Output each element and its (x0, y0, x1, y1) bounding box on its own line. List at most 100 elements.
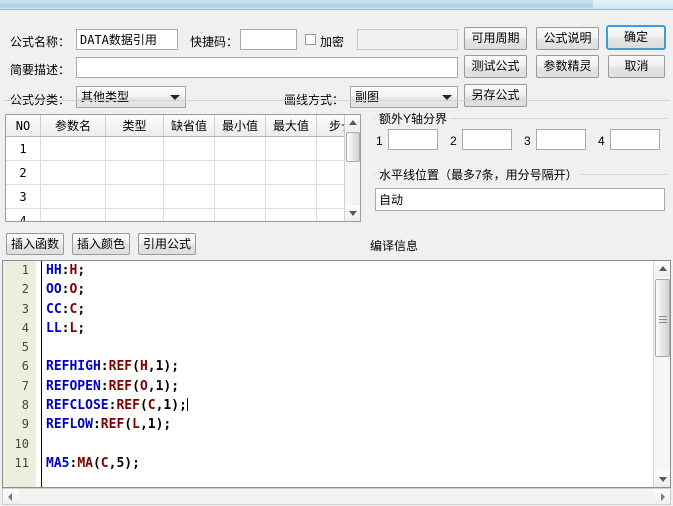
encrypt-checkbox[interactable] (305, 34, 316, 45)
scroll-right-button[interactable] (654, 489, 670, 504)
code-line[interactable]: 2OO:O; (3, 280, 653, 299)
code-line[interactable]: 4LL:L; (3, 319, 653, 338)
code-line-text[interactable]: HH:H; (46, 261, 85, 280)
reference-formula-button[interactable]: 引用公式 (138, 233, 196, 255)
col-type[interactable]: 类型 (106, 115, 164, 137)
col-name[interactable]: 参数名 (41, 115, 106, 137)
cell-default[interactable] (164, 161, 215, 185)
save-as-button[interactable]: 另存公式 (464, 84, 527, 107)
code-line[interactable]: 8 REFCLOSE:REF(C,1); (3, 396, 653, 415)
line-number: 5 (3, 338, 29, 357)
grip-line-icon (659, 316, 667, 317)
code-text-area[interactable]: 1HH:H;2OO:O;3CC:C;4LL:L;56REFHIGH:REF(H,… (3, 261, 653, 487)
category-select[interactable]: 其他类型 (76, 86, 186, 108)
cell-type[interactable] (106, 161, 164, 185)
code-line[interactable]: 1HH:H; (3, 261, 653, 280)
code-line-text[interactable]: CC:C; (46, 300, 85, 319)
cell-min[interactable] (215, 185, 266, 209)
cell-default[interactable] (164, 185, 215, 209)
code-token: REFHIGH (46, 359, 101, 374)
cell-default[interactable] (164, 137, 215, 161)
parameter-table: NO 参数名 类型 缺省值 最小值 最大值 步长 1 (5, 114, 361, 222)
code-editor[interactable]: 1HH:H;2OO:O;3CC:C;4LL:L;56REFHIGH:REF(H,… (2, 260, 671, 488)
insert-function-button[interactable]: 插入函数 (6, 233, 64, 255)
cell-max[interactable] (266, 185, 317, 209)
formula-properties-panel: 公式名称： 快捷码： 加密 简要描述： 公式分类： 其他类型 画线方式： 副图 … (0, 10, 673, 100)
cell-type[interactable] (106, 209, 164, 223)
code-line[interactable]: 6REFHIGH:REF(H,1); (3, 357, 653, 376)
code-line[interactable]: 5 (3, 338, 653, 357)
formula-help-button[interactable]: 公式说明 (536, 27, 599, 50)
cell-name[interactable] (41, 161, 106, 185)
cell-type[interactable] (106, 185, 164, 209)
cell-default[interactable] (164, 209, 215, 223)
scroll-left-button[interactable] (3, 489, 19, 504)
code-line-text[interactable]: REFOPEN:REF(O,1); (46, 377, 179, 396)
yaxis-field-4-input[interactable] (610, 129, 660, 150)
formula-name-input[interactable] (76, 29, 178, 50)
scroll-down-button[interactable] (654, 471, 671, 487)
cell-name[interactable] (41, 185, 106, 209)
available-period-button[interactable]: 可用周期 (464, 27, 527, 50)
cell-min[interactable] (215, 137, 266, 161)
code-line[interactable]: 7REFOPEN:REF(O,1); (3, 377, 653, 396)
cell-name[interactable] (41, 209, 106, 223)
cell-min[interactable] (215, 161, 266, 185)
code-token: CC (46, 302, 62, 317)
code-token: REF (109, 359, 132, 374)
horizontal-line-title: 水平线位置（最多7条，用分号隔开） (376, 166, 581, 183)
insert-color-button[interactable]: 插入颜色 (72, 233, 130, 255)
shortcut-code-label: 快捷码： (190, 33, 238, 50)
ok-button[interactable]: 确定 (606, 25, 666, 50)
code-token: MA5 (46, 456, 69, 471)
scrollbar-thumb[interactable] (346, 132, 360, 162)
col-max[interactable]: 最大值 (266, 115, 317, 137)
code-token: ( (132, 379, 140, 394)
param-wizard-button[interactable]: 参数精灵 (536, 55, 599, 78)
panel-divider (3, 100, 670, 101)
code-line[interactable]: 11MA5:MA(C,5); (3, 454, 653, 473)
code-token: ,1); (148, 359, 179, 374)
category-select-value: 其他类型 (81, 90, 129, 104)
cell-no: 2 (6, 161, 41, 185)
col-min[interactable]: 最小值 (215, 115, 266, 137)
code-line[interactable]: 9REFLOW:REF(L,1); (3, 415, 653, 434)
col-default[interactable]: 缺省值 (164, 115, 215, 137)
code-line-text[interactable]: REFLOW:REF(L,1); (46, 415, 171, 434)
code-token: ( (93, 456, 101, 471)
code-token: ,1); (148, 379, 179, 394)
cell-max[interactable] (266, 161, 317, 185)
yaxis-field-2-input[interactable] (462, 129, 512, 150)
code-line-text[interactable]: LL:L; (46, 319, 85, 338)
parameter-table-grid: NO 参数名 类型 缺省值 最小值 最大值 步长 1 (6, 115, 361, 222)
code-line-text[interactable]: OO:O; (46, 280, 85, 299)
cell-max[interactable] (266, 137, 317, 161)
col-no[interactable]: NO (6, 115, 41, 137)
cell-min[interactable] (215, 209, 266, 223)
scroll-up-button[interactable] (345, 115, 361, 131)
code-line[interactable]: 3CC:C; (3, 300, 653, 319)
test-formula-button[interactable]: 测试公式 (464, 55, 527, 78)
cancel-button[interactable]: 取消 (608, 55, 665, 78)
cell-max[interactable] (266, 209, 317, 223)
description-input[interactable] (76, 57, 458, 78)
code-line-text[interactable]: REFCLOSE:REF(C,1); (46, 396, 188, 415)
scroll-up-button[interactable] (654, 261, 671, 277)
code-line[interactable]: 10 (3, 435, 653, 454)
code-line-text[interactable]: MA5:MA(C,5); (46, 454, 140, 473)
encrypt-password-input[interactable] (357, 29, 458, 50)
scroll-down-button[interactable] (345, 205, 361, 221)
cell-name[interactable] (41, 137, 106, 161)
shortcut-code-input[interactable] (240, 29, 297, 50)
yaxis-field-3-input[interactable] (536, 129, 586, 150)
line-number: 8 (3, 396, 29, 415)
horizontal-line-input[interactable] (375, 188, 665, 211)
scrollbar-thumb[interactable] (655, 279, 670, 357)
yaxis-field-1-input[interactable] (388, 129, 438, 150)
drawmode-select[interactable]: 副图 (350, 86, 458, 108)
parameter-table-vertical-scrollbar[interactable] (344, 115, 360, 221)
code-line-text[interactable]: REFHIGH:REF(H,1); (46, 357, 179, 376)
editor-horizontal-scrollbar[interactable] (2, 488, 671, 505)
cell-type[interactable] (106, 137, 164, 161)
editor-vertical-scrollbar[interactable] (653, 261, 670, 487)
